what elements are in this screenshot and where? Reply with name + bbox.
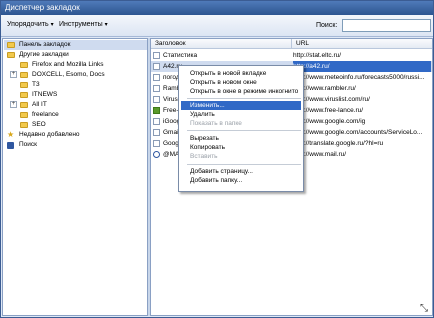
page-icon (153, 107, 160, 114)
menu-item-open-new-window[interactable]: Открыть в новом окне (181, 78, 301, 87)
chevron-down-icon: ▾ (104, 22, 108, 28)
row-url: http://a42.ru/ (293, 61, 431, 72)
search-label: Поиск: (316, 22, 338, 29)
page-icon (153, 52, 160, 59)
menu-item-copy[interactable]: Копировать (181, 143, 301, 152)
page-icon (153, 129, 160, 136)
toolbar: Упорядочить ▾ Инструменты ▾ Поиск: (1, 15, 433, 37)
row-url: http://www.viruslist.com/ru/ (293, 96, 370, 103)
tree-item-label: Недавно добавлено (19, 131, 80, 138)
organize-menu-button[interactable]: Упорядочить ▾ (7, 21, 54, 28)
resize-grip-icon[interactable]: ⤡ (418, 303, 430, 315)
row-title: Статистика (163, 52, 198, 59)
page-icon (153, 63, 160, 70)
row-url: http://www.free-lance.ru/ (293, 107, 364, 114)
menu-separator (187, 98, 301, 99)
tree-item-doxcell[interactable]: + DOXCELL, Esomo, Docs (4, 70, 147, 80)
title-bar: Диспетчер закладок (1, 1, 433, 15)
tree-item-bookmarks-bar[interactable]: Панель закладок (4, 40, 147, 50)
page-icon (153, 96, 160, 103)
folder-icon (7, 52, 15, 58)
column-header-url[interactable]: URL (292, 39, 432, 49)
page-icon (153, 85, 160, 92)
tree-item-seo[interactable]: SEO (4, 120, 147, 130)
tree-item-t3[interactable]: Т3 (4, 80, 147, 90)
tools-label: Инструменты (59, 21, 103, 28)
row-url: http://www.meteoinfo.ru/forecasts5000/ru… (293, 74, 425, 81)
expand-icon[interactable]: + (10, 101, 17, 108)
menu-item-open-new-tab[interactable]: Открыть в новой вкладке (181, 69, 301, 78)
menu-item-paste[interactable]: Вставить (181, 152, 301, 161)
page-icon (153, 118, 160, 125)
tree-item-search[interactable]: Поиск (4, 140, 147, 150)
folder-icon (20, 82, 28, 88)
folder-icon (20, 102, 28, 108)
tree-item-itnews[interactable]: ITNEWS (4, 90, 147, 100)
row-url: http://www.rambler.ru/ (293, 85, 356, 92)
search-icon (7, 142, 14, 149)
tree-item-label: Поиск (19, 141, 38, 148)
tree-item-label: freelance (32, 111, 59, 118)
column-header-title[interactable]: Заголовок (151, 39, 291, 49)
tree-item-other-bookmarks[interactable]: Другие закладки (4, 50, 147, 60)
folder-icon (20, 112, 28, 118)
chevron-down-icon: ▾ (50, 22, 54, 28)
tree-item-firefox-links[interactable]: Firefox and Mozilla Links (4, 60, 147, 70)
tree-item-recently-added[interactable]: ★ Недавно добавлено (4, 130, 147, 140)
page-icon (153, 140, 160, 147)
folder-icon (20, 62, 28, 68)
folder-icon (7, 42, 15, 48)
bookmark-manager-window: Диспетчер закладок Упорядочить ▾ Инструме… (0, 0, 434, 318)
folder-tree-panel: Панель закладок Другие закладки Firefox … (2, 38, 148, 316)
folder-icon (20, 92, 28, 98)
menu-separator (187, 130, 301, 131)
tools-menu-button[interactable]: Инструменты ▾ (59, 21, 108, 28)
tree-item-label: ITNEWS (32, 91, 58, 98)
page-icon (153, 74, 160, 81)
search-input[interactable] (342, 19, 431, 32)
menu-item-show-in-folder[interactable]: Показать в папке (181, 119, 301, 128)
organize-label: Упорядочить (7, 21, 49, 28)
tree-item-label: SEO (32, 121, 46, 128)
star-icon: ★ (7, 130, 15, 139)
menu-item-add-page[interactable]: Добавить страницу... (181, 167, 301, 176)
menu-separator (187, 164, 301, 165)
folder-icon (20, 72, 28, 78)
row-url: http://stat.eltc.ru/ (293, 52, 342, 59)
window-title: Диспетчер закладок (5, 3, 80, 12)
tree-item-freelance[interactable]: freelance (4, 110, 147, 120)
expand-icon[interactable]: + (10, 71, 17, 78)
context-menu: Открыть в новой вкладке Открыть в новом … (178, 65, 304, 192)
row-url: http://translate.google.ru/?hl=ru (293, 140, 384, 147)
tree-item-label: Панель закладок (19, 41, 71, 48)
tree-item-label: Другие закладки (19, 51, 69, 58)
folder-icon (20, 122, 28, 128)
menu-item-cut[interactable]: Вырезать (181, 134, 301, 143)
row-url: http://www.google.com/accounts/ServiceLo… (293, 129, 423, 136)
menu-item-edit[interactable]: Изменить... (181, 101, 301, 110)
page-icon (153, 151, 160, 158)
column-url-label: URL (296, 40, 310, 47)
table-row[interactable]: Статистика http://stat.eltc.ru/ (151, 50, 432, 61)
tree-item-all-it[interactable]: + All IT (4, 100, 147, 110)
menu-item-add-folder[interactable]: Добавить папку... (181, 176, 301, 185)
tree-item-label: Firefox and Mozilla Links (32, 61, 104, 68)
tree-item-label: All IT (32, 101, 47, 108)
row-url: http://www.google.com/ig (293, 118, 366, 125)
menu-item-delete[interactable]: Удалить (181, 110, 301, 119)
row-url: http://www.mail.ru/ (293, 151, 347, 158)
tree-item-label: Т3 (32, 81, 40, 88)
tree-item-label: DOXCELL, Esomo, Docs (32, 71, 105, 78)
column-title-label: Заголовок (155, 40, 186, 47)
menu-item-open-incognito[interactable]: Открыть в окне в режиме инкогнито (181, 87, 301, 96)
